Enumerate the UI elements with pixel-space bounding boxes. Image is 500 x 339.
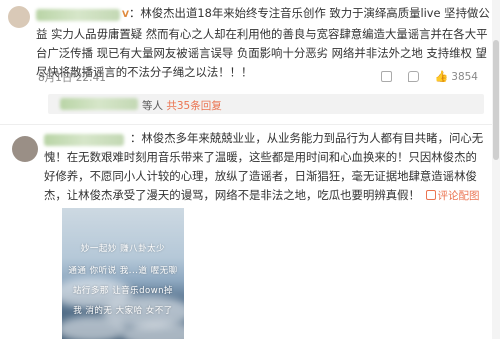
comment-image-link[interactable]: 评论配图 <box>424 190 480 202</box>
image-lyric-line: 通通 你听说 我...道 喔无聊 <box>68 266 178 276</box>
image-icon <box>425 190 436 200</box>
comment-actions: 👍 3854 <box>380 70 478 83</box>
timestamp: 8月1日 22:41 <box>38 72 106 84</box>
share-button[interactable] <box>380 70 392 83</box>
view-replies-link[interactable]: 共35条回复 <box>166 100 221 112</box>
comment-icon <box>407 71 419 82</box>
user-avatar[interactable] <box>8 6 30 28</box>
comment-text: ：林俊杰多年来兢兢业业，从业务能力到品行为人都有目共睹，问心无愧！在无数艰难时刻… <box>44 131 484 202</box>
image-lyric-line: 我 消的无 大家哈 女不了 <box>73 306 173 316</box>
comment-body: 林俊杰多年来兢兢业业，从业务能力到品行为人都有目共睹，问心无愧！在无数艰难时刻用… <box>44 131 484 202</box>
scrollbar[interactable] <box>492 0 500 339</box>
redacted-username[interactable] <box>60 98 138 110</box>
comment-body: 林俊杰出道18年来始终专注音乐创作 致力于演绎高质量live 坚持做公益 实力人… <box>36 6 490 79</box>
reply-button[interactable] <box>407 70 419 83</box>
like-count: 3854 <box>451 70 478 83</box>
scrollbar-thumb[interactable] <box>493 40 499 160</box>
thumbs-up-icon: 👍 <box>434 70 449 83</box>
image-lyric-line: 妙一起妙 赚八卦太少 <box>80 244 166 254</box>
image-lyric-line: 站行多那 让音乐down掉 <box>72 286 174 296</box>
comment-meta: 8月1日 22:41 👍 3854 <box>38 70 478 86</box>
share-icon <box>380 71 392 82</box>
divider <box>0 124 500 125</box>
comment-image[interactable]: 妙一起妙 赚八卦太少 通通 你听说 我...道 喔无聊 站行多那 让音乐down… <box>62 208 184 339</box>
verified-icon: V <box>122 10 129 20</box>
like-button[interactable]: 👍 3854 <box>435 70 478 83</box>
user-avatar[interactable] <box>12 136 38 162</box>
reply-summary[interactable]: 等人 共35条回复 <box>48 94 484 114</box>
